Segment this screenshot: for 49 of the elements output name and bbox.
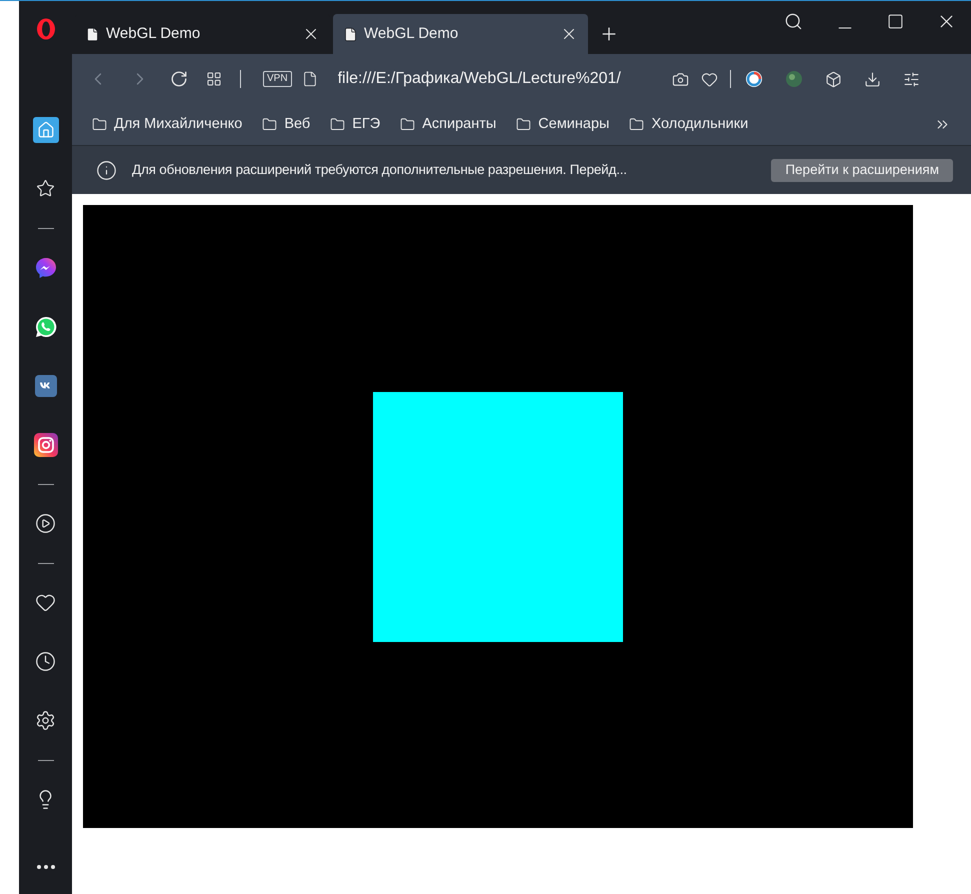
maximize-icon[interactable]: [887, 13, 904, 30]
heart-icon[interactable]: [700, 70, 718, 88]
cube-icon[interactable]: [824, 70, 842, 88]
vk-button[interactable]: [32, 372, 58, 398]
bookmark-folder[interactable]: Веб: [284, 114, 310, 136]
settings-icon: [35, 710, 56, 731]
play-icon: [35, 513, 56, 534]
camera-icon[interactable]: [672, 70, 689, 88]
home-icon: [36, 120, 54, 138]
extension-icon[interactable]: [744, 70, 763, 88]
more-icon: [36, 864, 54, 868]
grid-icon[interactable]: [206, 71, 222, 87]
globe-icon[interactable]: [784, 70, 803, 88]
browser-tab[interactable]: WebGL Demo: [333, 14, 588, 54]
folder-icon: [629, 117, 644, 132]
page-icon: [302, 71, 318, 87]
history-icon: [35, 651, 56, 672]
info-message: Для обновления расширений требуются дополнительные разрешения. Перейд...: [132, 160, 628, 179]
bookmark-folder[interactable]: Холодильники: [651, 114, 748, 136]
easy-setup-icon[interactable]: [902, 70, 920, 88]
info-icon: [96, 160, 117, 180]
reload-icon[interactable]: [170, 70, 188, 88]
folder-icon: [330, 117, 346, 132]
bookmark-folder[interactable]: Для Михайличенко: [114, 114, 242, 136]
home-button[interactable]: [32, 116, 58, 142]
messenger-icon: [34, 256, 58, 280]
bookmark-folder[interactable]: Семинары: [538, 114, 610, 136]
instagram-button[interactable]: [32, 432, 58, 458]
bookmark-folder[interactable]: Аспиранты: [422, 114, 496, 136]
whatsapp-icon: [34, 314, 58, 338]
star-icon: [36, 179, 55, 198]
page-icon: [343, 26, 358, 42]
search-icon[interactable]: [784, 12, 803, 31]
folder-icon: [516, 117, 532, 132]
folder-icon: [400, 117, 416, 132]
tab-title: WebGL Demo: [106, 24, 202, 44]
bookmark-folder[interactable]: ЕГЭ: [352, 114, 380, 136]
go-to-extensions-button[interactable]: Перейти к расширениям: [771, 158, 953, 182]
download-icon[interactable]: [864, 70, 881, 88]
heart-icon: [35, 592, 56, 613]
address-field[interactable]: file:///E:/Графика/WebGL/Lecture%201/: [338, 67, 668, 91]
page-icon: [85, 26, 100, 42]
instagram-icon: [34, 432, 58, 456]
tab-title: WebGL Demo: [364, 24, 460, 44]
vk-icon: [34, 374, 56, 396]
opera-logo-icon[interactable]: [36, 18, 56, 40]
folder-icon: [92, 117, 107, 132]
folder-icon: [262, 117, 278, 132]
vpn-badge[interactable]: VPN: [263, 71, 292, 87]
